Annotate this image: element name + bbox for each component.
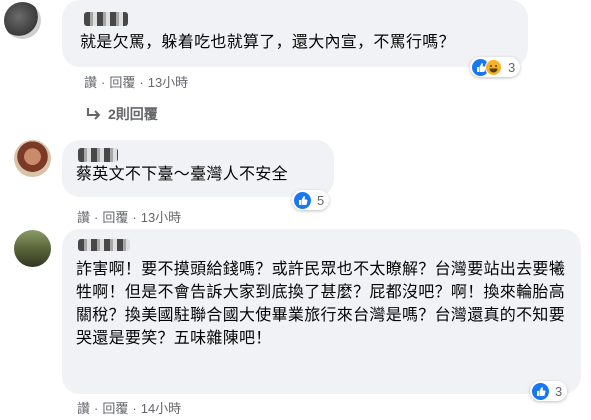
- comment-text: 就是欠罵，躲着吃也就算了，還大內宣，不罵行嗎？: [80, 34, 455, 51]
- commenter-name-blurred[interactable]: [78, 239, 130, 251]
- comment-text: 蔡英文不下臺～臺灣人不安全: [76, 166, 288, 183]
- timestamp[interactable]: 13小時: [148, 72, 188, 91]
- avatar[interactable]: [4, 2, 41, 39]
- like-link[interactable]: 讚: [84, 72, 97, 91]
- comment-actions: 讚 · 回覆 · 13小時: [77, 207, 181, 226]
- like-icon: [294, 191, 311, 209]
- like-icon: [532, 382, 549, 400]
- reaction-count: 5: [317, 192, 325, 208]
- reaction-summary[interactable]: 3: [530, 381, 568, 401]
- comment-actions: 讚 · 回覆 · 14小時: [77, 398, 181, 417]
- haha-icon: [485, 58, 502, 76]
- reply-link[interactable]: 回覆: [102, 207, 128, 226]
- like-link[interactable]: 讚: [77, 207, 90, 226]
- comment-actions: 讚 · 回覆 · 13小時: [84, 72, 188, 91]
- separator: ·: [101, 75, 106, 90]
- separator: ·: [132, 401, 137, 416]
- timestamp[interactable]: 13小時: [141, 207, 181, 226]
- replies-count-label: 2則回覆: [108, 106, 158, 122]
- avatar[interactable]: [14, 230, 51, 267]
- separator: ·: [132, 210, 137, 225]
- reply-link[interactable]: 回覆: [102, 398, 128, 417]
- commenter-name-blurred[interactable]: [84, 12, 128, 26]
- comment-text: 詐害啊！要不摸頭給錢嗎？或許民眾也不太瞭解？台灣要站出去要犧牲啊！但是不會告訴大…: [76, 261, 566, 347]
- reply-link[interactable]: 回覆: [109, 72, 135, 91]
- reaction-count: 3: [555, 383, 563, 399]
- commenter-name-blurred[interactable]: [78, 148, 118, 162]
- separator: ·: [94, 210, 99, 225]
- reaction-summary[interactable]: 5: [292, 190, 330, 210]
- reply-arrow-icon: [87, 108, 101, 120]
- timestamp[interactable]: 14小時: [141, 398, 181, 417]
- separator: ·: [139, 75, 144, 90]
- like-link[interactable]: 讚: [77, 398, 90, 417]
- avatar[interactable]: [14, 140, 51, 177]
- view-replies-link[interactable]: 2則回覆: [86, 104, 158, 124]
- reaction-count: 3: [508, 59, 516, 75]
- separator: ·: [94, 401, 99, 416]
- reaction-summary[interactable]: 3: [470, 57, 521, 77]
